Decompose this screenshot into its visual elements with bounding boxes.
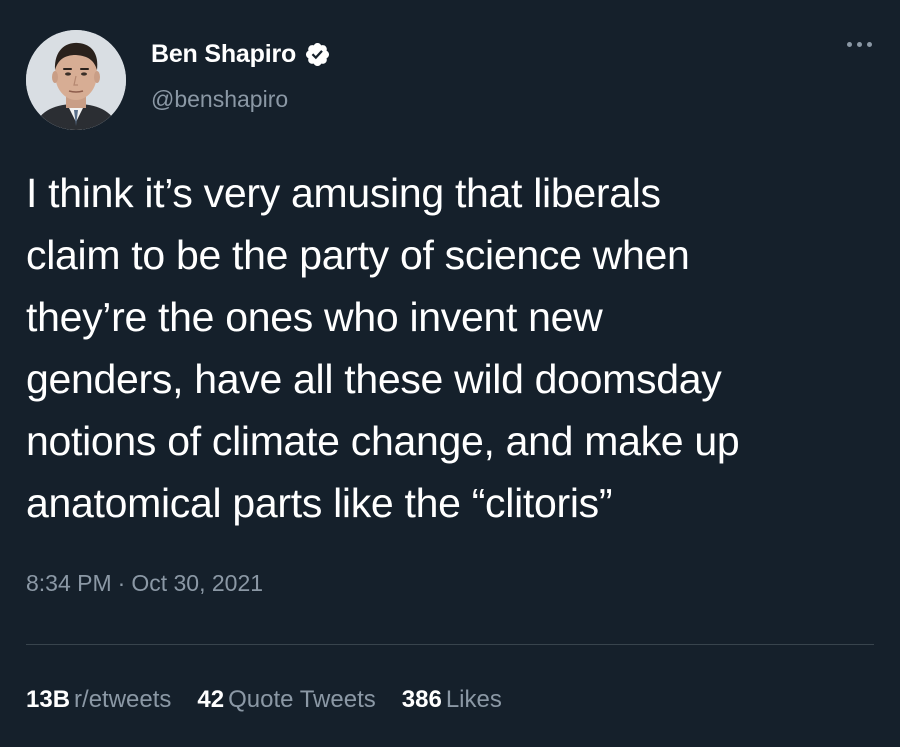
quote-tweets-stat[interactable]: 42 Quote Tweets [197,686,375,714]
tweet-text-line: I think it’s very amusing that liberals [26,170,661,216]
retweets-label: r/etweets [74,686,172,713]
retweets-count: 13B [26,686,71,713]
quote-tweets-count: 42 [197,686,225,713]
tweet-text-line: genders, have all these wild doomsday [26,356,722,402]
likes-label: Likes [445,686,502,713]
more-options-icon[interactable] [845,36,874,53]
tweet-date[interactable]: Oct 30, 2021 [131,570,263,597]
tweet-text: I think it’s very amusing that liberals … [26,162,886,534]
retweets-stat[interactable]: 13B r/etweets [26,686,171,714]
tweet-card: Ben Shapiro @benshapiro I think it’s ver… [0,0,900,747]
tweet-text-line: anatomical parts like the “clitoris” [26,480,613,526]
tweet-time[interactable]: 8:34 PM [26,570,112,597]
engagement-stats: 13B r/etweets 42 Quote Tweets 386 Likes [26,686,502,714]
author-handle[interactable]: @benshapiro [151,86,288,113]
quote-tweets-label: Quote Tweets [228,686,376,713]
tweet-text-line: claim to be the party of science when [26,232,690,278]
likes-stat[interactable]: 386 Likes [402,686,502,714]
tweet-timestamp[interactable]: 8:34 PM · Oct 30, 2021 [26,570,263,597]
avatar[interactable] [26,30,126,130]
meta-separator: · [117,570,126,596]
divider [26,644,874,645]
author-display-name[interactable]: Ben Shapiro [151,40,296,69]
profile-photo [26,30,126,130]
tweet-text-line: notions of climate change, and make up [26,418,740,464]
tweet-text-line: they’re the ones who invent new [26,294,603,340]
author-name-row[interactable]: Ben Shapiro [151,38,331,70]
likes-count: 386 [401,686,442,713]
verified-badge-icon [304,41,331,68]
